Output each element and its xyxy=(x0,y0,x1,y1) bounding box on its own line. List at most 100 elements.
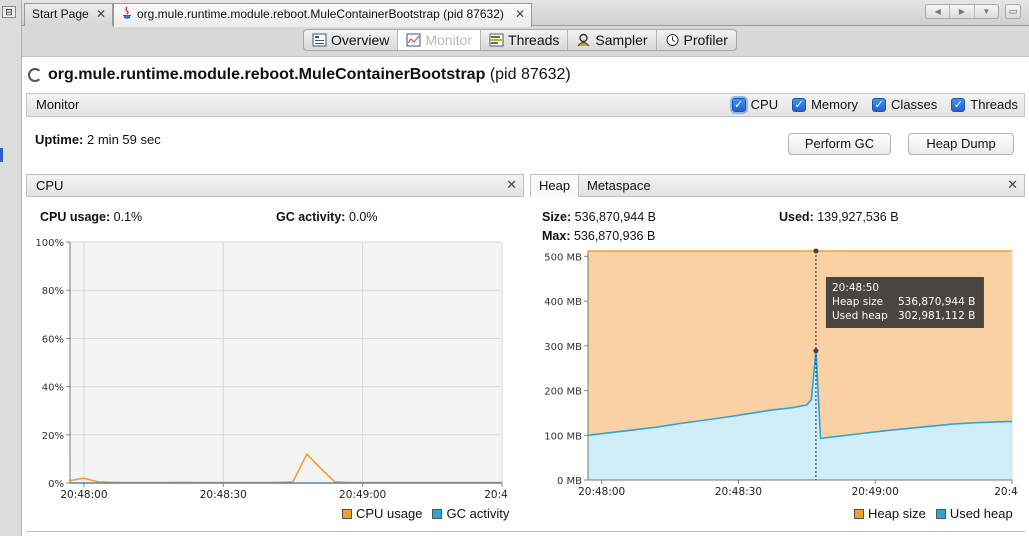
tab-sampler[interactable]: Sampler xyxy=(568,30,657,50)
overview-icon xyxy=(312,33,327,47)
legend-item[interactable]: Used heap xyxy=(935,506,1013,521)
x-tick-label: 20:48:00 xyxy=(578,486,625,498)
used-value: 139,927,536 B xyxy=(817,210,899,224)
legend-swatch xyxy=(935,508,946,519)
x-tick-label: 20:48:00 xyxy=(60,489,107,501)
checkbox-classes[interactable]: ✓ Classes xyxy=(872,97,937,112)
left-selection-marker xyxy=(0,148,3,162)
tab-label: Threads xyxy=(508,32,560,48)
sampler-icon xyxy=(578,33,590,47)
legend-label: Heap size xyxy=(868,506,926,521)
profiler-icon xyxy=(666,34,679,46)
checkmark-icon[interactable]: ✓ xyxy=(872,97,887,112)
checkbox-memory[interactable]: ✓ Memory xyxy=(792,97,858,112)
x-tick-label: 20:4 xyxy=(484,489,508,501)
tab-process[interactable]: org.mule.runtime.module.reboot.MuleConta… xyxy=(113,3,532,27)
tab-label: Start Page xyxy=(32,7,89,21)
close-icon[interactable]: ✕ xyxy=(1007,177,1018,193)
close-icon[interactable]: ✕ xyxy=(515,4,525,25)
tooltip-heap-size-value: 536,870,944 B xyxy=(898,296,975,308)
legend-item[interactable]: Heap size xyxy=(854,506,926,521)
hover-point-used xyxy=(813,348,819,354)
cpu-usage-value: 0.1% xyxy=(113,210,143,224)
legend-label: Used heap xyxy=(949,506,1013,521)
legend-swatch xyxy=(432,508,443,519)
tab-profiler[interactable]: Profiler xyxy=(657,30,736,50)
scroll-right-icon[interactable]: ▶ xyxy=(950,5,975,18)
heap-legend: Heap size Used heap xyxy=(854,506,1013,521)
legend-swatch xyxy=(854,508,864,519)
max-label: Max: xyxy=(542,229,571,243)
heap-dump-button[interactable]: Heap Dump xyxy=(908,133,1014,155)
tab-label: Monitor xyxy=(425,32,473,48)
maximize-icon[interactable]: ▭ xyxy=(1005,4,1021,19)
tab-monitor[interactable]: Monitor xyxy=(398,30,482,50)
heap-used-stat: Used: 139,927,536 B xyxy=(779,210,899,224)
process-name: org.mule.runtime.module.reboot.MuleConta… xyxy=(48,66,486,83)
scroll-left-icon[interactable]: ◀ xyxy=(926,5,951,18)
gc-activity-stat: GC activity: 0.0% xyxy=(276,210,377,224)
tooltip-used-heap-label: Used heap xyxy=(832,310,888,322)
tab-metaspace[interactable]: Metaspace xyxy=(579,175,659,197)
close-icon[interactable]: ✕ xyxy=(96,4,106,25)
checkmark-icon[interactable]: ✓ xyxy=(731,97,746,112)
tab-list-icon[interactable]: ▼ xyxy=(975,5,998,18)
tab-label: Overview xyxy=(331,32,390,48)
tab-heap[interactable]: Heap xyxy=(531,175,580,197)
tab-label: org.mule.runtime.module.reboot.MuleConta… xyxy=(137,7,504,21)
tooltip-used-heap-value: 302,981,112 B xyxy=(898,310,975,322)
view-toolbar: Overview Monitor Threads Sampler Profile… xyxy=(22,27,1029,55)
x-tick-label: 20:48:30 xyxy=(200,489,247,501)
minimize-icon[interactable]: ⊟ xyxy=(2,6,16,18)
threads-icon xyxy=(489,33,504,47)
tab-threads[interactable]: Threads xyxy=(481,30,569,50)
checkmark-icon[interactable]: ✓ xyxy=(792,97,807,112)
process-pid: (pid 87632) xyxy=(489,66,571,83)
legend-item[interactable]: GC activity xyxy=(432,506,509,521)
legend-label: CPU usage xyxy=(356,506,423,521)
uptime: Uptime: 2 min 59 sec xyxy=(35,132,161,147)
left-window-strip: ⊟ xyxy=(0,0,22,536)
gc-activity-value: 0.0% xyxy=(348,210,378,224)
y-tick-label: 80% xyxy=(42,286,64,297)
gc-activity-label: GC activity: xyxy=(276,210,346,224)
tab-label: Sampler xyxy=(595,32,648,48)
y-tick-label: 200 MB xyxy=(544,387,582,398)
size-value: 536,870,944 B xyxy=(574,210,656,224)
panel-title: CPU xyxy=(36,178,64,193)
max-value: 536,870,936 B xyxy=(573,229,656,243)
used-label: Used: xyxy=(779,210,814,224)
checkbox-cpu[interactable]: ✓ CPU xyxy=(731,97,778,112)
editor-tab-bar: Start Page ✕ org.mule.runtime.module.reb… xyxy=(22,0,1029,27)
tab-navigation-group: ◀ ▶ ▼ xyxy=(925,4,999,19)
y-tick-label: 40% xyxy=(42,383,64,394)
legend-item[interactable]: CPU usage xyxy=(342,506,422,521)
hover-point-heap xyxy=(813,248,819,254)
tab-overview[interactable]: Overview xyxy=(304,30,399,50)
y-tick-label: 100% xyxy=(35,238,64,249)
view-switcher: Overview Monitor Threads Sampler Profile… xyxy=(303,29,737,51)
tab-start-page[interactable]: Start Page ✕ xyxy=(24,3,113,26)
perform-gc-button[interactable]: Perform GC xyxy=(788,133,891,155)
uptime-value: 2 min 59 sec xyxy=(87,132,161,147)
legend-label: GC activity xyxy=(446,506,510,521)
x-tick-label: 20:4 xyxy=(994,486,1018,498)
y-tick-label: 20% xyxy=(42,431,64,442)
heap-chart: 0 MB100 MB200 MB300 MB400 MB500 MB20:48:… xyxy=(544,248,1018,498)
checkbox-threads[interactable]: ✓ Threads xyxy=(951,97,1018,112)
plot-area xyxy=(70,242,502,483)
loading-spinner-icon xyxy=(28,68,42,82)
close-icon[interactable]: ✕ xyxy=(506,177,517,193)
uptime-label: Uptime: xyxy=(35,132,84,147)
heap-panel-header: Heap Metaspace ✕ xyxy=(530,174,1025,197)
checkbox-label: Classes xyxy=(891,97,938,112)
heap-max-stat: Max: 536,870,936 B xyxy=(542,229,655,243)
page-title: org.mule.runtime.module.reboot.MuleConta… xyxy=(48,66,571,84)
monitor-label: Monitor xyxy=(36,97,80,112)
checkmark-icon[interactable]: ✓ xyxy=(951,97,966,112)
cpu-panel-header: CPU ✕ xyxy=(26,174,524,197)
cpu-usage-stat: CPU usage: 0.1% xyxy=(40,210,142,224)
checkbox-label: Memory xyxy=(811,97,859,112)
x-tick-label: 20:48:30 xyxy=(715,486,762,498)
checkbox-label: Threads xyxy=(970,97,1018,112)
